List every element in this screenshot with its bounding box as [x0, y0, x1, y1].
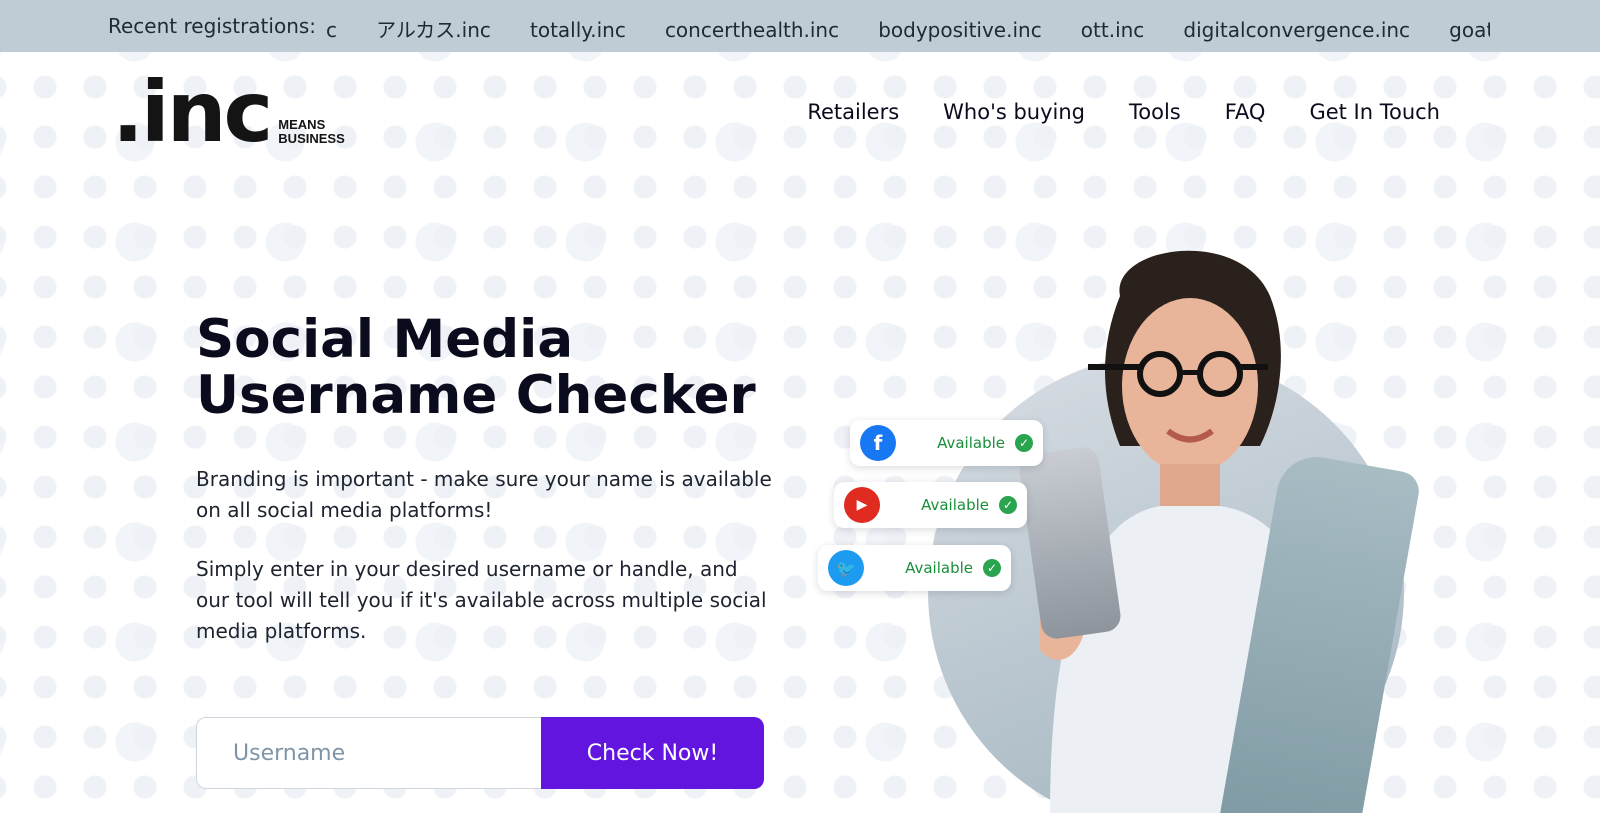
nav-whos-buying[interactable]: Who's buying	[943, 100, 1085, 124]
logo-mark: .inc	[112, 63, 273, 161]
page-title-line2: Username Checker	[196, 365, 756, 426]
ticker-item-partial[interactable]: c	[326, 18, 337, 42]
youtube-icon: ▶	[844, 487, 880, 523]
check-icon: ✓	[999, 496, 1017, 514]
ticker-item[interactable]: digitalconvergence.inc	[1183, 18, 1410, 42]
logo-tagline-line2: BUSINESS	[278, 131, 345, 146]
twitter-availability-badge: 🐦 Available ✓	[818, 545, 1011, 591]
nav-faq[interactable]: FAQ	[1225, 100, 1266, 124]
ticker-item[interactable]: totally.inc	[530, 18, 626, 42]
page-title-line1: Social Media	[196, 309, 574, 370]
nav-retailers[interactable]: Retailers	[807, 100, 899, 124]
availability-status: Available	[905, 559, 973, 577]
availability-status: Available	[937, 434, 1005, 452]
youtube-availability-badge: ▶ Available ✓	[834, 482, 1027, 528]
ticker-item[interactable]: bodypositive.inc	[878, 18, 1042, 42]
inc-logo[interactable]: .inc MEANS BUSINESS	[112, 63, 345, 161]
twitter-icon: 🐦	[828, 550, 864, 586]
check-icon: ✓	[1015, 434, 1033, 452]
nav-tools[interactable]: Tools	[1129, 100, 1181, 124]
check-now-button[interactable]: Check Now!	[541, 717, 764, 789]
logo-tagline: MEANS BUSINESS	[278, 118, 344, 146]
check-icon: ✓	[983, 559, 1001, 577]
ticker-item[interactable]: concerthealth.inc	[665, 18, 839, 42]
recent-registrations-ticker: Recent registrations: c アルカス.inc totally…	[0, 0, 1600, 52]
nav-get-in-touch[interactable]: Get In Touch	[1309, 100, 1440, 124]
ticker-item[interactable]: goat.inc	[1449, 18, 1490, 42]
ticker-item[interactable]: ott.inc	[1081, 18, 1145, 42]
username-check-form: Check Now!	[196, 717, 764, 789]
ticker-track: c アルカス.inc totally.inc concerthealth.inc…	[326, 14, 1490, 42]
facebook-availability-badge: f Available ✓	[850, 420, 1043, 466]
ticker-label: Recent registrations:	[108, 14, 317, 38]
username-input[interactable]	[196, 717, 541, 789]
facebook-icon: f	[860, 425, 896, 461]
availability-status: Available	[921, 496, 989, 514]
main-nav: Retailers Who's buying Tools FAQ Get In …	[807, 100, 1440, 124]
instructions-paragraph: Simply enter in your desired username or…	[196, 557, 767, 643]
page-title: Social Media Username Checker	[196, 312, 756, 424]
logo-tagline-line1: MEANS	[278, 117, 326, 132]
ticker-item[interactable]: アルカス.inc	[376, 14, 491, 42]
intro-paragraph: Branding is important - make sure your n…	[196, 467, 772, 522]
